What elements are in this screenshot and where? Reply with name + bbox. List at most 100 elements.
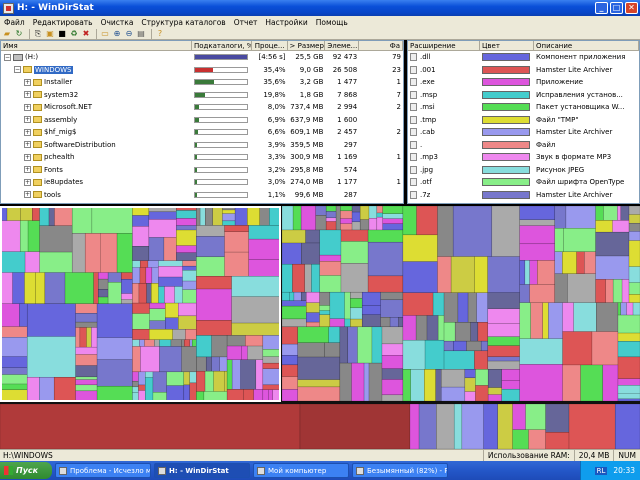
treemap-cell[interactable] [554,251,563,274]
treemap-cell[interactable] [107,282,122,304]
treemap-cell[interactable] [0,356,28,368]
treemap-cell[interactable] [54,206,73,226]
treemap-cell[interactable] [595,220,613,233]
treemap-cell[interactable] [272,389,281,402]
treemap-cell[interactable] [443,322,456,342]
treemap-cell[interactable] [443,350,475,370]
treemap-cell[interactable] [75,379,98,386]
treemap-cell[interactable] [351,206,361,213]
treemap-cell[interactable] [464,377,476,392]
treemap-cell[interactable] [132,260,141,268]
treemap-cell[interactable] [281,263,293,293]
treemap-cell[interactable] [325,206,337,212]
treemap-cell[interactable] [0,251,26,273]
treemap-cell[interactable] [628,206,640,215]
treemap-cell[interactable] [234,206,248,226]
treemap-cell[interactable] [196,206,201,226]
treemap-cell[interactable] [158,276,183,287]
treemap-cell[interactable] [178,315,197,330]
taskbar-task[interactable]: Мой компьютер [253,463,349,478]
treemap-cell[interactable] [243,389,254,402]
treemap-cell[interactable] [176,210,197,219]
treemap-cell[interactable] [628,231,640,241]
taskbar-task[interactable]: Проблема - Исчезло мес... [55,463,151,478]
treemap-cell[interactable] [464,391,476,402]
zoom-in-icon[interactable]: ⊕ [112,29,122,39]
treemap-cell[interactable] [487,256,520,293]
expand-toggle-icon[interactable]: + [24,166,31,174]
treemap-cell[interactable] [554,228,564,252]
extension-row[interactable]: .otf Файл шрифта OpenType [408,176,639,189]
treemap-cell[interactable] [98,296,109,304]
treemap-cell[interactable] [350,298,363,309]
treemap-cell[interactable] [75,327,81,348]
treemap-cell[interactable] [139,267,147,284]
column-name[interactable]: Имя [1,41,192,50]
treemap-cell[interactable] [368,206,378,219]
treemap-cell[interactable] [367,241,404,277]
treemap-cell[interactable] [205,206,213,226]
treemap-cell[interactable] [340,206,353,212]
treemap-cell[interactable] [182,270,197,282]
treemap-cell[interactable] [357,326,373,364]
expand-toggle-icon[interactable]: − [14,66,21,74]
directory-row[interactable]: + Installer 35,6% 3,2 GB 1 477 1 [1,76,403,89]
treemap-cell[interactable] [91,206,133,234]
treemap-cell[interactable] [247,345,264,360]
treemap-cell[interactable] [453,340,467,352]
treemap-cell[interactable] [231,359,241,390]
treemap-cell[interactable] [224,251,249,277]
treemap-cell[interactable] [189,382,197,402]
treemap-cell[interactable] [96,385,133,402]
treemap-cell[interactable] [53,376,76,402]
treemap-cell[interactable] [402,292,434,316]
treemap-cell[interactable] [181,346,197,373]
treemap-cell[interactable] [262,384,281,390]
treemap-cell[interactable] [410,369,425,402]
treemap-cell[interactable] [567,273,596,303]
treemap-cell[interactable] [351,211,361,223]
menu-file[interactable]: Файл [0,18,29,27]
expand-toggle-icon[interactable]: + [24,128,31,136]
treemap-cell[interactable] [149,308,166,321]
treemap-cell[interactable] [328,326,341,343]
language-indicator[interactable]: RL [594,466,608,475]
treemap-cell[interactable] [75,321,98,328]
treemap-cell[interactable] [39,376,55,402]
recycle-icon[interactable]: ♻ [69,29,79,39]
zoom-out-icon[interactable]: ⊖ [124,29,134,39]
extension-row[interactable]: .msp Исправления установ... [408,89,639,102]
treemap-cell[interactable] [196,288,232,321]
treemap-cell[interactable] [306,312,320,323]
directory-row[interactable]: + Fonts 3,2% 295,8 MB 574 [1,164,403,177]
treemap-cell[interactable] [361,314,381,328]
treemap-cell[interactable] [381,368,404,380]
treemap-cell[interactable] [621,279,630,303]
treemap-cell[interactable] [304,263,312,293]
treemap-cell[interactable] [319,305,331,311]
treemap-cell[interactable] [205,356,212,372]
treemap-cell[interactable] [44,272,66,304]
treemap-cell[interactable] [182,289,197,304]
treemap-cell[interactable] [437,206,454,257]
treemap-cell[interactable] [196,391,205,402]
treemap-cell[interactable] [487,369,502,388]
treemap-cell[interactable] [565,206,596,229]
treemap-cell[interactable] [152,371,167,393]
treemap-cell[interactable] [116,233,133,273]
treemap-cell[interactable] [27,220,40,252]
treemap-cell[interactable] [628,282,640,295]
treemap-cell[interactable] [344,318,351,328]
treemap-cell[interactable] [255,359,264,390]
column-description[interactable]: Описание [534,41,639,50]
treemap-cell[interactable] [562,331,593,366]
treemap-cell[interactable] [487,345,520,358]
directory-row[interactable]: + assembly 6,9% 637,9 MB 1 600 [1,114,403,127]
treemap-cell[interactable] [443,340,454,352]
treemap-cell[interactable] [519,219,556,226]
directory-row[interactable]: + SoftwareDistribution 3,9% 359,5 MB 297 [1,139,403,152]
treemap-cell[interactable] [501,369,520,381]
treemap-cell[interactable] [132,329,150,340]
treemap-cell[interactable] [382,206,404,214]
menu-edit[interactable]: Редактировать [29,18,97,27]
